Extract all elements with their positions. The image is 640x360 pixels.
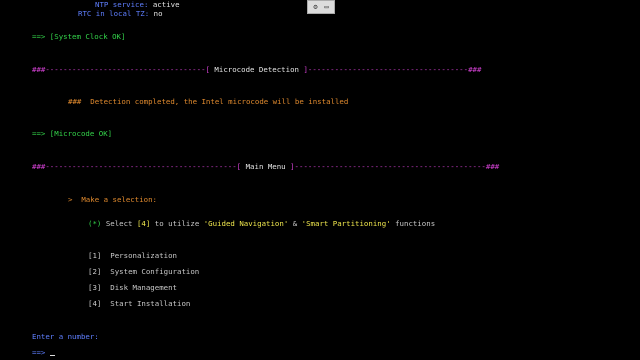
top-toolbar: ⚙ ▭ — [307, 0, 335, 14]
menu-item-system-configuration[interactable]: [2] System Configuration — [88, 267, 199, 276]
menu-item-number: [1] — [88, 251, 102, 260]
menu-item-label: Disk Management — [110, 283, 178, 292]
menu-item-label: Start Installation — [110, 299, 191, 308]
menu-item-number: [2] — [88, 267, 102, 276]
microcode-header-title: Microcode Detection — [209, 65, 304, 74]
text-cursor[interactable] — [49, 355, 55, 356]
ntp-label: NTP service: — [95, 0, 149, 9]
guided-functions-text: functions — [395, 219, 436, 228]
microcode-detection-message: ### Detection completed, the Intel micro… — [68, 97, 349, 106]
number-input-line[interactable]: ==> — [32, 348, 55, 357]
ntp-status-line: NTP service: active — [95, 0, 180, 9]
menu-header-left: ###-------------------------------------… — [32, 162, 242, 171]
guided-ampersand: & — [292, 219, 298, 228]
main-menu-header: ###-------------------------------------… — [32, 162, 499, 171]
guided-to-utilize: to utilize — [154, 219, 200, 228]
menu-item-label: System Configuration — [110, 267, 200, 276]
system-clock-ok: ==> [System Clock OK] — [32, 32, 126, 41]
microcode-header-left: ###------------------------------------[ — [32, 65, 210, 74]
menu-item-label: Personalization — [110, 251, 178, 260]
microcode-header-right: ]------------------------------------### — [303, 65, 482, 74]
enter-number-label: Enter a number: — [32, 332, 99, 341]
menu-item-number: [4] — [88, 299, 102, 308]
guided-option-number: [4] — [136, 219, 151, 228]
microcode-ok: ==> [Microcode OK] — [32, 129, 113, 138]
menu-item-personalization[interactable]: [1] Personalization — [88, 251, 177, 260]
menu-header-title: Main Menu — [241, 162, 291, 171]
menu-item-start-installation[interactable]: [4] Start Installation — [88, 299, 190, 308]
make-selection-prompt: > Make a selection: — [68, 195, 157, 204]
menu-item-number: [3] — [88, 283, 102, 292]
guided-marker: (*) — [88, 219, 102, 228]
smart-partitioning-label: 'Smart Partitioning' — [301, 219, 391, 228]
microcode-section-header: ###------------------------------------[… — [32, 65, 481, 74]
settings-icon[interactable]: ⚙ — [312, 3, 320, 11]
guided-option-line: (*) Select [4] to utilize 'Guided Naviga… — [88, 219, 435, 228]
rtc-value: no — [153, 9, 163, 18]
ntp-value: active — [152, 0, 180, 9]
rtc-label: RTC in local TZ: — [78, 9, 150, 18]
rtc-status-line: RTC in local TZ: no — [78, 9, 163, 18]
input-prompt-arrow: ==> — [32, 348, 46, 357]
menu-header-right: ]---------------------------------------… — [290, 162, 500, 171]
guided-select-text: Select — [105, 219, 133, 228]
menu-item-disk-management[interactable]: [3] Disk Management — [88, 283, 177, 292]
guided-navigation-label: 'Guided Navigation' — [203, 219, 289, 228]
keyboard-icon[interactable]: ▭ — [323, 3, 331, 11]
